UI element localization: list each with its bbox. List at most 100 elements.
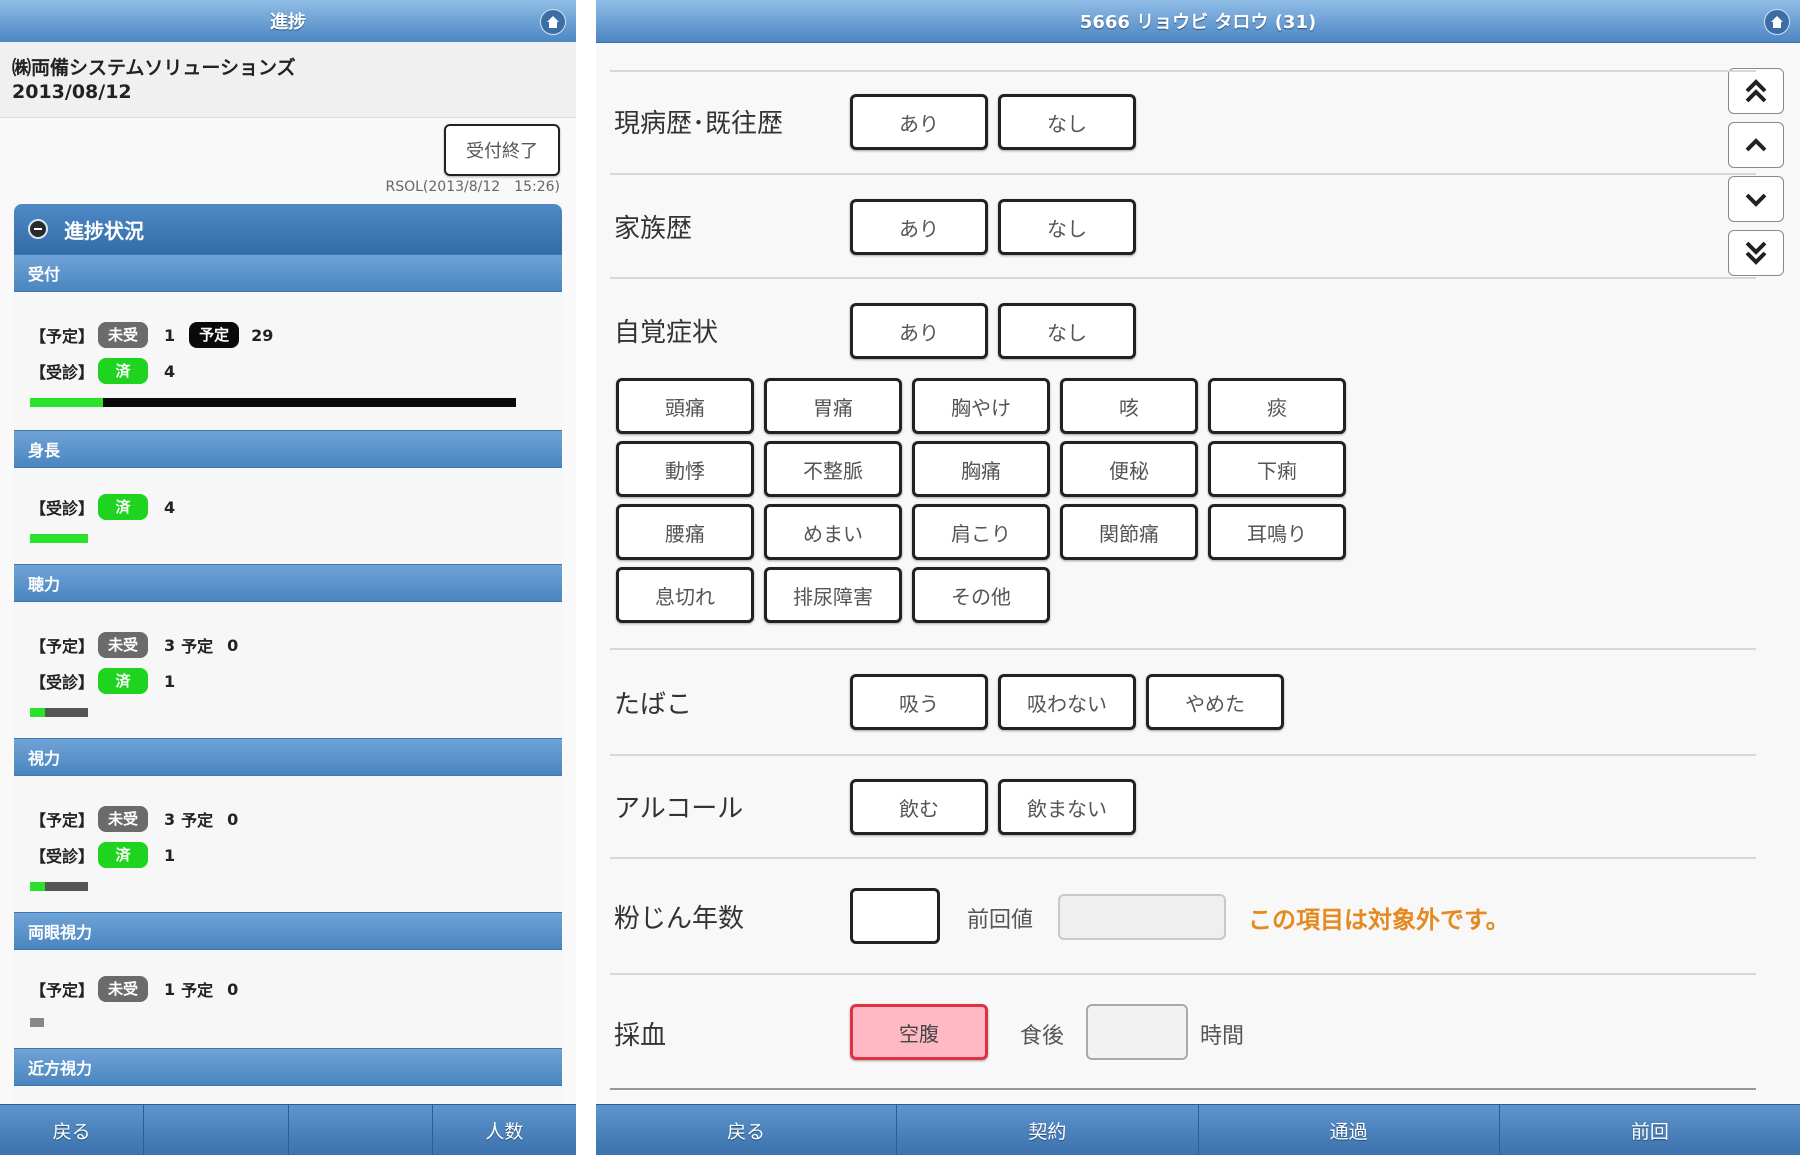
medical-history-no-button[interactable]: なし: [998, 94, 1136, 150]
symptoms-no-button[interactable]: なし: [998, 303, 1136, 359]
previous-value-label: 前回値: [967, 908, 1034, 933]
count-value: 3: [164, 635, 176, 655]
section-hearing-body: 【予定】 未受 3 予定 0 【受診】 済 1: [14, 602, 562, 738]
row-tag: 【予定】: [30, 327, 95, 346]
symptoms-yes-button[interactable]: あり: [850, 303, 988, 359]
divider: [610, 973, 1756, 975]
after-meal-hours-input[interactable]: [1086, 1004, 1188, 1060]
progress-bar: [30, 534, 88, 543]
symptom-button[interactable]: 頭痛: [616, 378, 754, 434]
family-history-yes-button[interactable]: あり: [850, 199, 988, 255]
interview-panel: 5666 リョウビ タロウ (31) 現病歴･既往歴 あり なし 家族歴 あり …: [596, 0, 1800, 1155]
done-badge: 済: [98, 494, 149, 520]
double-chevron-up-icon: [1745, 79, 1767, 103]
scheduled-label: 予定: [181, 981, 214, 1000]
section-reception-header: 受付: [14, 254, 562, 292]
symptom-button[interactable]: 不整脈: [764, 441, 902, 497]
divider: [610, 1088, 1756, 1090]
tobacco-non-smoke-button[interactable]: 吸わない: [998, 674, 1136, 730]
done-badge: 済: [98, 358, 149, 384]
section-hearing-header: 聴力: [14, 564, 562, 602]
scheduled-row: 【予定】 未受 3 予定 0: [30, 806, 238, 832]
medical-history-yes-button[interactable]: あり: [850, 94, 988, 150]
examined-row: 【受診】 済 1: [30, 668, 189, 694]
progress-bar: [30, 708, 88, 717]
progress-bar: [30, 398, 516, 407]
scheduled-label: 予定: [181, 811, 214, 830]
symptom-button[interactable]: 排尿障害: [764, 567, 902, 623]
symptom-button[interactable]: 肩こり: [912, 504, 1050, 560]
scroll-bottom-button[interactable]: [1728, 230, 1784, 276]
scroll-down-button[interactable]: [1728, 176, 1784, 222]
row-tag: 【受診】: [30, 499, 95, 518]
symptom-button[interactable]: 胸痛: [912, 441, 1050, 497]
symptom-button[interactable]: その他: [912, 567, 1050, 623]
scheduled-value: 29: [251, 325, 274, 345]
family-history-label: 家族歴: [614, 214, 693, 244]
fasting-button[interactable]: 空腹: [850, 1004, 988, 1060]
divider: [610, 857, 1756, 859]
pass-button[interactable]: 通過: [1197, 1105, 1499, 1155]
symptom-button[interactable]: めまい: [764, 504, 902, 560]
progress-status-collapsible: 進捗状況 受付 【予定】 未受 1 予定 29 【受診】 済 4 身長 【受診】…: [14, 204, 562, 1146]
divider: [610, 173, 1756, 175]
scroll-up-button[interactable]: [1728, 122, 1784, 168]
close-reception-button[interactable]: 受付終了: [444, 124, 560, 176]
alcohol-no-drink-button[interactable]: 飲まない: [998, 779, 1136, 835]
progress-status-title: 進捗状況: [64, 218, 144, 243]
count-value: 4: [164, 361, 176, 381]
dust-years-input[interactable]: [850, 888, 940, 944]
scroll-top-button[interactable]: [1728, 68, 1784, 114]
headcount-button[interactable]: 人数: [431, 1105, 576, 1155]
count-value: 1: [164, 671, 176, 691]
symptom-button[interactable]: 腰痛: [616, 504, 754, 560]
symptom-button[interactable]: 関節痛: [1060, 504, 1198, 560]
exam-date: 2013/08/12: [12, 81, 132, 103]
progress-status-header[interactable]: 進捗状況: [14, 204, 562, 254]
count-value: 1: [164, 325, 176, 345]
progress-bar: [30, 1018, 44, 1027]
section-title: 視力: [28, 749, 61, 768]
tobacco-quit-button[interactable]: やめた: [1146, 674, 1284, 730]
alcohol-drink-button[interactable]: 飲む: [850, 779, 988, 835]
previous-button[interactable]: 前回: [1498, 1105, 1800, 1155]
scheduled-row: 【予定】 未受 1 予定 29: [30, 322, 273, 348]
section-title: 身長: [28, 441, 61, 460]
done-badge: 済: [98, 842, 149, 868]
subjective-symptoms-label: 自覚症状: [614, 318, 719, 348]
count-value: 3: [164, 809, 176, 829]
section-binocular-vision-body: 【予定】 未受 1 予定 0: [14, 950, 562, 1048]
home-button[interactable]: [540, 9, 566, 35]
tobacco-label: たばこ: [614, 690, 693, 720]
family-history-no-button[interactable]: なし: [998, 199, 1136, 255]
not-received-badge: 未受: [98, 322, 149, 348]
medical-history-label: 現病歴･既往歴: [614, 109, 784, 139]
scheduled-row: 【予定】 未受 3 予定 0: [30, 632, 238, 658]
section-binocular-vision-header: 両眼視力: [14, 912, 562, 950]
section-vision-body: 【予定】 未受 3 予定 0 【受診】 済 1: [14, 776, 562, 912]
symptom-button[interactable]: 耳鳴り: [1208, 504, 1346, 560]
symptom-button[interactable]: 咳: [1060, 378, 1198, 434]
collapse-minus-icon: [28, 219, 48, 239]
symptom-button[interactable]: 便秘: [1060, 441, 1198, 497]
symptom-button[interactable]: 下痢: [1208, 441, 1346, 497]
previous-value-field: [1058, 894, 1226, 940]
contract-button[interactable]: 契約: [896, 1105, 1197, 1155]
symptom-button[interactable]: 胃痛: [764, 378, 902, 434]
symptom-button[interactable]: 胸やけ: [912, 378, 1050, 434]
divider: [610, 754, 1756, 756]
company-name: ㈱両備システムソリューションズ: [12, 57, 296, 79]
not-applicable-notice: この項目は対象外です。: [1248, 906, 1510, 934]
back-button[interactable]: 戻る: [596, 1105, 896, 1155]
symptom-button[interactable]: 動悸: [616, 441, 754, 497]
tobacco-smoke-button[interactable]: 吸う: [850, 674, 988, 730]
progress-bottom-bar: 戻る 人数: [0, 1104, 576, 1155]
scheduled-label: 予定: [181, 637, 214, 656]
bottom-blank-button-1[interactable]: [143, 1105, 287, 1155]
bottom-blank-button-2[interactable]: [287, 1105, 432, 1155]
back-button[interactable]: 戻る: [0, 1105, 143, 1155]
symptom-button[interactable]: 痰: [1208, 378, 1346, 434]
home-button[interactable]: [1764, 9, 1790, 35]
symptom-button[interactable]: 息切れ: [616, 567, 754, 623]
progress-bar-fill: [30, 882, 45, 891]
